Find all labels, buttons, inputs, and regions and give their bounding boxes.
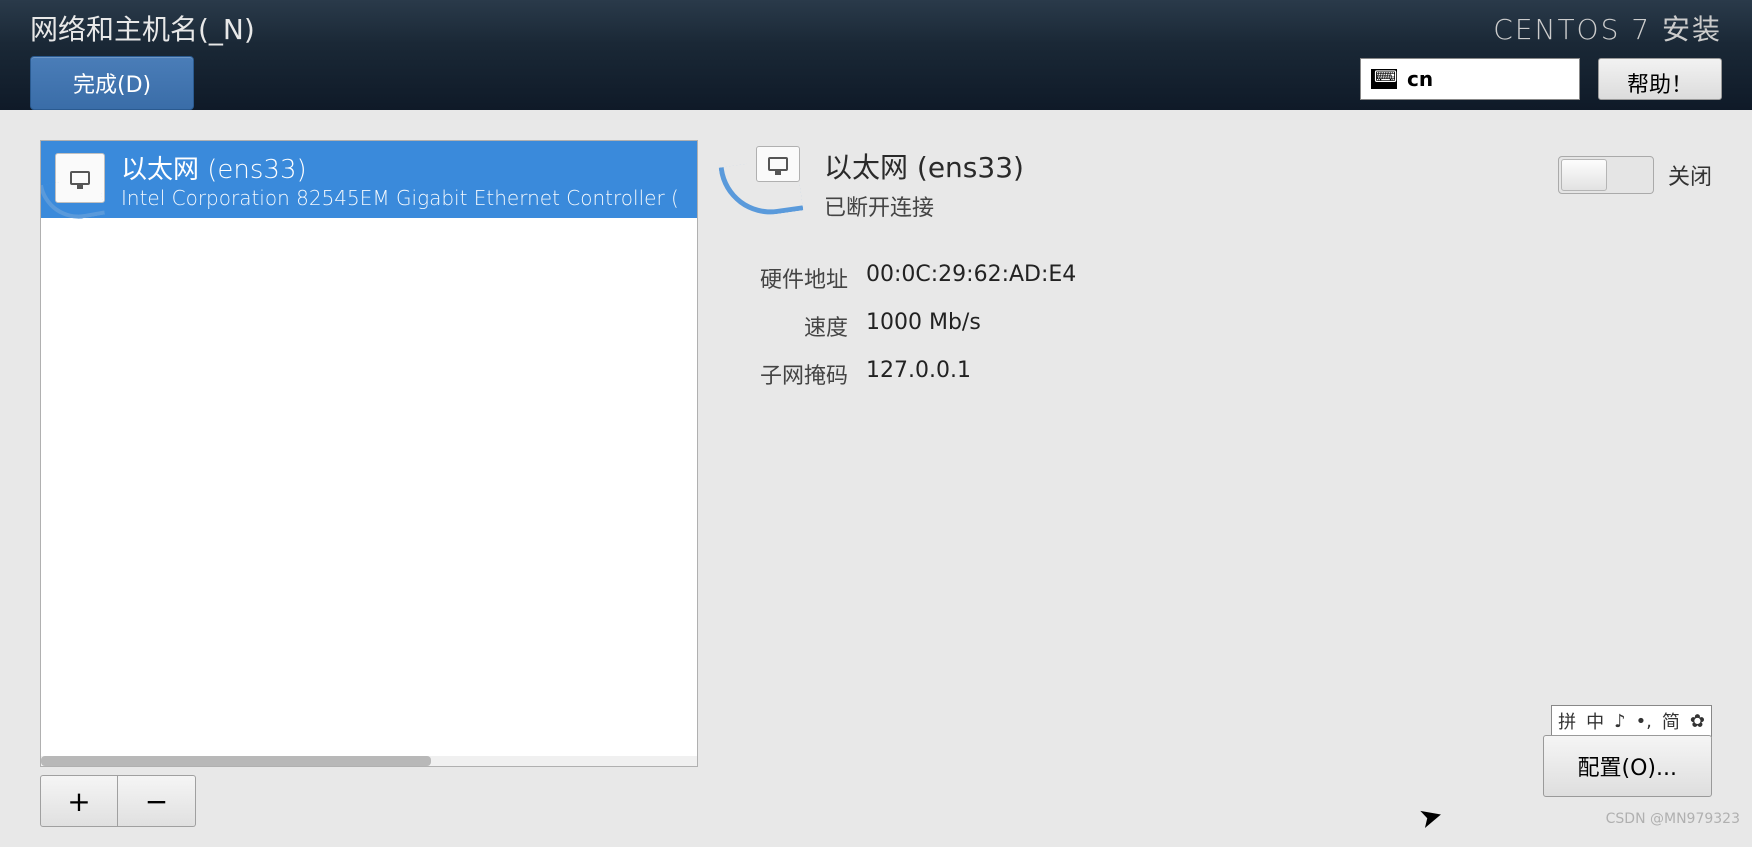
ime-charset-icon[interactable]: 简: [1660, 708, 1682, 734]
remove-device-button[interactable]: −: [118, 775, 196, 827]
device-list-buttons: + −: [40, 775, 698, 827]
subnet-value: 127.0.0.1: [866, 358, 1712, 390]
keyboard-icon: [1371, 69, 1397, 89]
ime-settings-icon[interactable]: ✿: [1688, 711, 1707, 732]
watermark: CSDN @MN979323: [1606, 811, 1740, 827]
hw-addr-label: 硬件地址: [738, 262, 848, 294]
connection-toggle-label: 关闭: [1668, 159, 1712, 191]
ime-punct-icon[interactable]: •,: [1634, 711, 1654, 732]
ethernet-icon: [738, 146, 802, 210]
installer-title: CENTOS 7 安装: [1360, 8, 1722, 48]
speed-value: 1000 Mb/s: [866, 310, 1712, 342]
speed-label: 速度: [738, 310, 848, 342]
horizontal-scrollbar[interactable]: [41, 756, 697, 766]
ime-lang-icon[interactable]: 中: [1584, 708, 1606, 734]
device-item-desc: Intel Corporation 82545EM Gigabit Ethern…: [121, 186, 683, 210]
add-device-button[interactable]: +: [40, 775, 118, 827]
header-bar: 网络和主机名(_N) 完成(D) CENTOS 7 安装 cn 帮助！: [0, 0, 1752, 110]
done-button[interactable]: 完成(D): [30, 56, 194, 110]
details-title-block: 以太网 (ens33) 已断开连接: [824, 146, 1024, 222]
device-list[interactable]: 以太网 (ens33) Intel Corporation 82545EM Gi…: [40, 140, 698, 767]
connection-toggle[interactable]: [1558, 156, 1654, 194]
scrollbar-thumb[interactable]: [41, 756, 431, 766]
ethernet-icon: [55, 153, 105, 203]
ime-toolbar[interactable]: 拼 中 ♪ •, 简 ✿: [1551, 705, 1712, 737]
content-area: 以太网 (ens33) Intel Corporation 82545EM Gi…: [0, 110, 1752, 847]
header-left: 网络和主机名(_N) 完成(D): [30, 0, 255, 110]
subnet-label: 子网掩码: [738, 358, 848, 390]
device-item-name: 以太网 (ens33): [121, 149, 683, 186]
details-info-grid: 硬件地址 00:0C:29:62:AD:E4 速度 1000 Mb/s 子网掩码…: [738, 262, 1712, 390]
network-sidebar: 以太网 (ens33) Intel Corporation 82545EM Gi…: [40, 140, 698, 827]
keyboard-layout-code: cn: [1407, 67, 1433, 91]
page-title: 网络和主机名(_N): [30, 8, 255, 48]
header-right: CENTOS 7 安装 cn 帮助！: [1360, 0, 1722, 110]
toggle-knob: [1561, 159, 1607, 191]
connection-toggle-row: 关闭: [1558, 156, 1712, 194]
details-status: 已断开连接: [824, 190, 1024, 222]
device-item-text: 以太网 (ens33) Intel Corporation 82545EM Gi…: [121, 149, 683, 210]
hw-addr-value: 00:0C:29:62:AD:E4: [866, 262, 1712, 294]
device-details: 以太网 (ens33) 已断开连接 关闭 硬件地址 00:0C:29:62:AD…: [738, 140, 1712, 827]
ime-sound-icon[interactable]: ♪: [1612, 711, 1628, 732]
header-controls: cn 帮助！: [1360, 58, 1722, 100]
ime-mode-icon[interactable]: 拼: [1556, 708, 1578, 734]
configure-button[interactable]: 配置(O)...: [1543, 735, 1712, 797]
keyboard-layout-indicator[interactable]: cn: [1360, 58, 1580, 100]
help-button[interactable]: 帮助！: [1598, 58, 1722, 100]
details-title: 以太网 (ens33): [824, 146, 1024, 186]
device-list-item[interactable]: 以太网 (ens33) Intel Corporation 82545EM Gi…: [41, 141, 697, 218]
